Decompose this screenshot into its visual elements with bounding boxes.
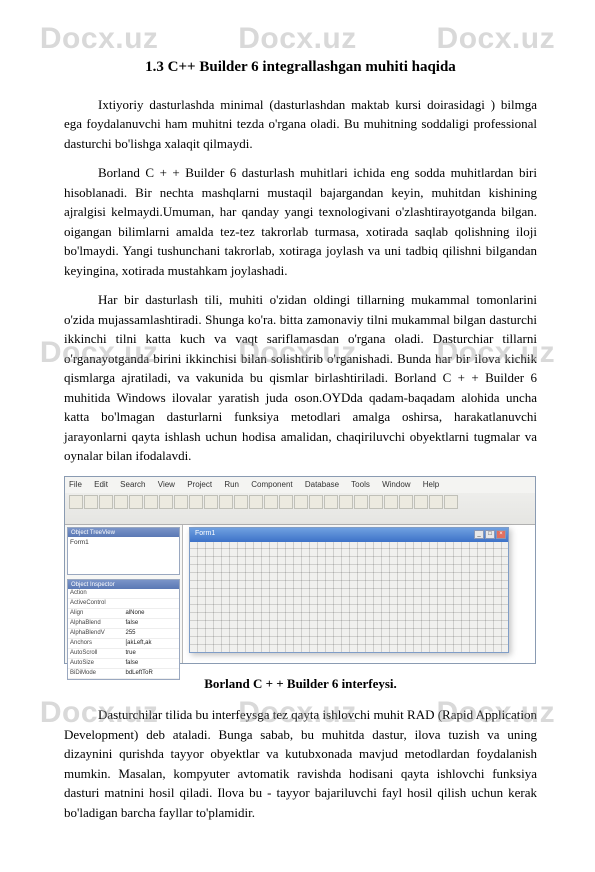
minimize-icon: _	[474, 530, 484, 539]
toolbar-icon	[444, 495, 458, 509]
object-inspector-panel: Object Inspector Action ActiveControl Al…	[67, 579, 180, 680]
paragraph: Har bir dasturlash tili, muhiti o'zidan …	[64, 290, 537, 466]
toolbar-icon	[99, 495, 113, 509]
paragraph: Ixtiyoriy dasturlashda minimal (dasturla…	[64, 95, 537, 154]
menu-item: Project	[187, 480, 212, 489]
menu-item: Edit	[94, 480, 108, 489]
property-row: Anchors[akLeft,ak	[68, 639, 179, 649]
menu-item: Window	[382, 480, 410, 489]
property-row: AlphaBlendfalse	[68, 619, 179, 629]
menu-item: Database	[305, 480, 339, 489]
toolbar-icon	[189, 495, 203, 509]
toolbar-icon	[129, 495, 143, 509]
toolbar-icon	[384, 495, 398, 509]
form-title: Form1	[192, 529, 215, 540]
toolbar-icon	[69, 495, 83, 509]
property-row: Action	[68, 589, 179, 599]
toolbar-icon	[84, 495, 98, 509]
ide-designer-area: Form1 _ □ ×	[183, 525, 535, 663]
toolbar-icon	[414, 495, 428, 509]
property-row: AlignalNone	[68, 609, 179, 619]
toolbar-icon	[234, 495, 248, 509]
toolbar-icon	[144, 495, 158, 509]
menu-item: Help	[423, 480, 439, 489]
menu-item: Run	[224, 480, 239, 489]
toolbar-icon	[429, 495, 443, 509]
property-row: AutoSizefalse	[68, 659, 179, 669]
property-row: ActiveControl	[68, 599, 179, 609]
menu-item: Component	[251, 480, 292, 489]
document-content: 1.3 C++ Builder 6 integrallashgan muhiti…	[0, 0, 595, 872]
panel-header: Object TreeView	[68, 528, 179, 537]
toolbar-icon	[204, 495, 218, 509]
toolbar-icon	[324, 495, 338, 509]
form-titlebar: Form1 _ □ ×	[190, 528, 508, 542]
toolbar-icon	[354, 495, 368, 509]
toolbar-icon	[339, 495, 353, 509]
menu-item: Tools	[351, 480, 370, 489]
ide-toolbar: File Edit Search View Project Run Compon…	[65, 477, 535, 525]
property-row: BiDiModebdLeftToR	[68, 669, 179, 679]
toolbar-icon	[114, 495, 128, 509]
object-treeview-panel: Object TreeView Form1	[67, 527, 180, 575]
toolbar-icon	[294, 495, 308, 509]
toolbar-icon	[369, 495, 383, 509]
toolbar-icon	[309, 495, 323, 509]
maximize-icon: □	[485, 530, 495, 539]
toolbar-icon	[159, 495, 173, 509]
form-designer-grid	[190, 542, 508, 652]
paragraph: Borland C + + Builder 6 dasturlash muhit…	[64, 163, 537, 280]
toolbar-icon	[249, 495, 263, 509]
toolbar-icon	[279, 495, 293, 509]
property-grid: Action ActiveControl AlignalNone AlphaBl…	[68, 589, 179, 679]
property-row: AlphaBlendV255	[68, 629, 179, 639]
toolbar-icon	[264, 495, 278, 509]
ide-toolbar-buttons	[65, 493, 535, 525]
ide-left-panels: Object TreeView Form1 Object Inspector A…	[65, 525, 183, 663]
form-window: Form1 _ □ ×	[189, 527, 509, 653]
object-tree: Form1	[68, 537, 179, 549]
close-icon: ×	[496, 530, 506, 539]
ide-screenshot: File Edit Search View Project Run Compon…	[64, 476, 536, 664]
panel-header: Object Inspector	[68, 580, 179, 589]
ide-body: Object TreeView Form1 Object Inspector A…	[65, 525, 535, 663]
toolbar-icon	[174, 495, 188, 509]
property-row: AutoScrolltrue	[68, 649, 179, 659]
menu-item: Search	[120, 480, 145, 489]
toolbar-icon	[219, 495, 233, 509]
tree-node: Form1	[70, 539, 177, 547]
window-buttons: _ □ ×	[474, 530, 506, 539]
ide-menubar: File Edit Search View Project Run Compon…	[65, 477, 535, 493]
menu-item: File	[69, 480, 82, 489]
toolbar-icon	[399, 495, 413, 509]
paragraph: Dasturchilar tilida bu interfeysga tez q…	[64, 705, 537, 822]
menu-item: View	[158, 480, 175, 489]
section-title: 1.3 C++ Builder 6 integrallashgan muhiti…	[64, 56, 537, 79]
